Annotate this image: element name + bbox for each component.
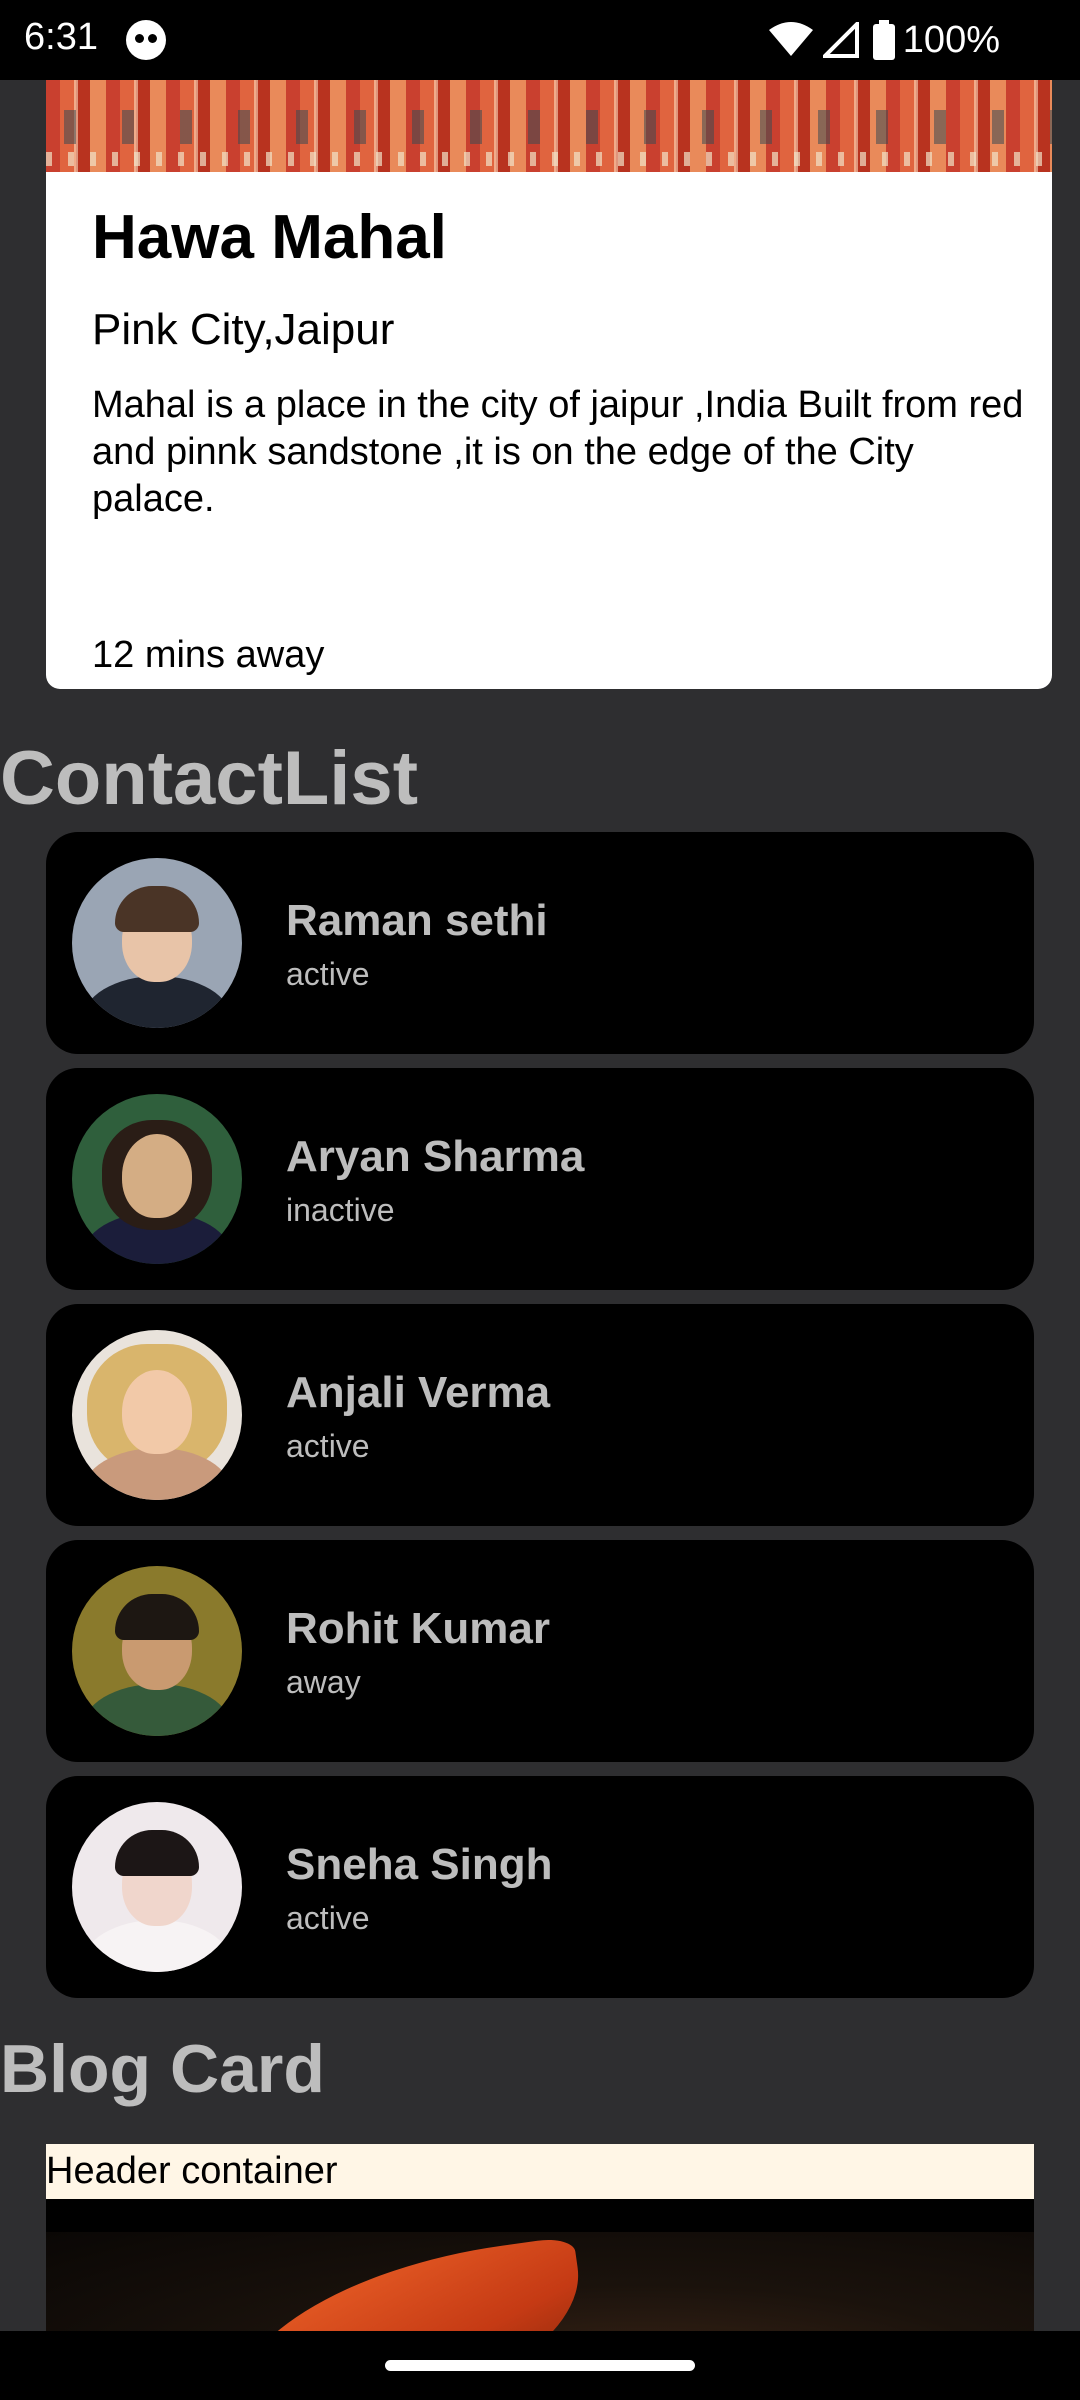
contact-card[interactable]: Sneha Singh active — [46, 1776, 1034, 1998]
blog-header-container: Header container — [46, 2144, 1034, 2199]
wifi-icon — [768, 22, 813, 58]
status-indicators: 100% — [768, 16, 1000, 64]
battery-percentage: 100% — [902, 18, 1000, 61]
contact-status: active — [286, 1428, 370, 1464]
contact-name: Aryan Sharma — [286, 1132, 585, 1181]
app-notification-icon — [126, 20, 166, 60]
status-bar: 6:31 100% — [0, 0, 1080, 80]
home-indicator[interactable] — [385, 2360, 695, 2371]
contact-status: away — [286, 1664, 361, 1700]
blog-card-heading: Blog Card — [0, 2031, 325, 2107]
place-distance: 12 mins away — [92, 634, 325, 676]
contact-status: active — [286, 956, 370, 992]
screen: 6:31 100% Hawa Mahal Pink City,Jaipur Ma… — [0, 0, 1080, 2400]
navigation-bar — [0, 2331, 1080, 2400]
contact-name: Rohit Kumar — [286, 1604, 550, 1653]
status-time: 6:31 — [24, 16, 98, 58]
contact-status: inactive — [286, 1192, 395, 1228]
avatar — [72, 1802, 242, 1972]
contact-list-heading: ContactList — [0, 736, 418, 821]
place-title: Hawa Mahal — [92, 203, 447, 272]
avatar — [72, 1094, 242, 1264]
contact-card[interactable]: Aryan Sharma inactive — [46, 1068, 1034, 1290]
place-card[interactable]: Hawa Mahal Pink City,Jaipur Mahal is a p… — [46, 80, 1052, 689]
contact-card[interactable]: Anjali Verma active — [46, 1304, 1034, 1526]
contact-card[interactable]: Rohit Kumar away — [46, 1540, 1034, 1762]
cell-signal-icon — [822, 22, 859, 58]
avatar — [72, 1330, 242, 1500]
contact-status: active — [286, 1900, 370, 1936]
avatar — [72, 858, 242, 1028]
battery-icon — [872, 20, 895, 60]
avatar — [72, 1566, 242, 1736]
place-subtitle: Pink City,Jaipur — [92, 305, 395, 354]
contact-card[interactable]: Raman sethi active — [46, 832, 1034, 1054]
place-description: Mahal is a place in the city of jaipur ,… — [92, 384, 1024, 520]
contact-name: Raman sethi — [286, 896, 548, 945]
contact-name: Anjali Verma — [286, 1368, 551, 1417]
contact-name: Sneha Singh — [286, 1840, 553, 1889]
place-image — [46, 80, 1052, 172]
